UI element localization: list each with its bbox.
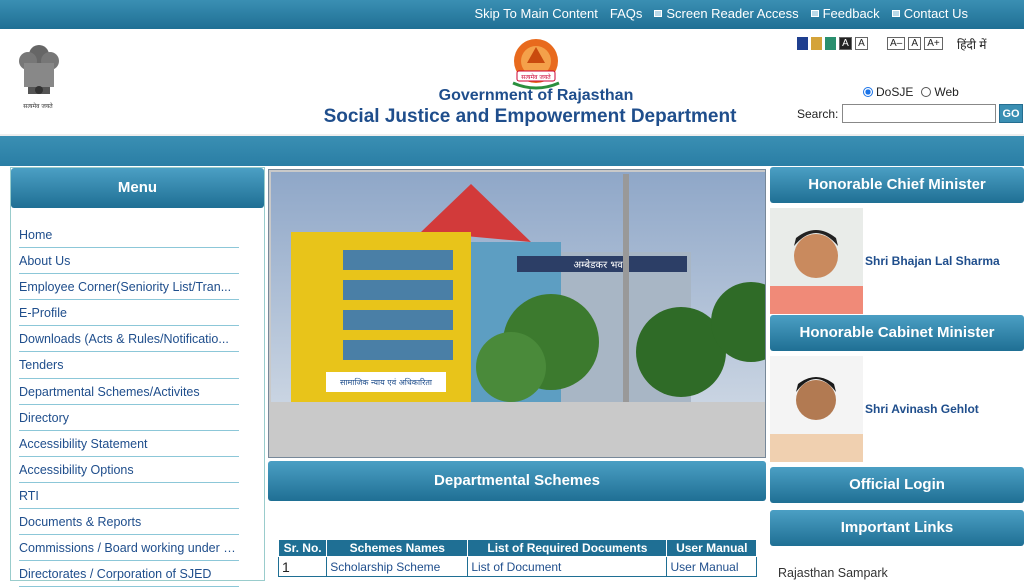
language-toggle[interactable]: हिंदी में — [957, 36, 986, 53]
menu-item[interactable]: E-Profile — [19, 300, 239, 327]
cabinet-minister-card: Shri Avinash Gehlot — [770, 356, 1024, 462]
font-size-button[interactable]: A — [908, 37, 922, 50]
top-link[interactable]: Skip To Main Content — [475, 6, 598, 21]
banner: अम्बेडकर भवन सामाजिक न्याय एवं अधिकारिता — [268, 169, 766, 458]
top-link-label: Contact Us — [903, 6, 968, 21]
menu-item[interactable]: Downloads (Acts & Rules/Notificatio... — [19, 326, 239, 353]
menu-item[interactable]: Directory — [19, 405, 239, 431]
cabinet-minister-name[interactable]: Shri Avinash Gehlot — [865, 402, 979, 416]
schemes-table: Sr. No. Schemes Names List of Required Doc… — [277, 539, 757, 577]
radio-icon — [921, 87, 932, 97]
cabinet-title: Honorable Cabinet Minister — [770, 315, 1024, 351]
side-menu: Menu Home About Us Employee Corner(Seniori… — [10, 167, 265, 587]
table-row: 1 Scholarship Scheme List of Document User … — [277, 556, 757, 577]
theme-swatch[interactable] — [811, 37, 822, 50]
search-scope-web[interactable]: Web — [921, 85, 959, 99]
scope-label: DoSJE — [876, 85, 914, 99]
table-header: Sr. No. — [277, 539, 328, 557]
site-header: सत्यमेव जयते सत्यमेव जयते Government of … — [0, 29, 1024, 134]
search-scope-dosje[interactable]: DoSJE — [863, 85, 913, 99]
department-logo-icon: सत्यमेव जयते — [512, 39, 560, 90]
building-sign: अम्बेडकर भवन — [573, 259, 628, 271]
menu-item[interactable]: Accessibility Options — [19, 457, 239, 483]
emblem-caption: सत्यमेव जयते — [23, 102, 53, 110]
table-header: List of Required Documents — [467, 539, 668, 557]
table-cell-sr: 1 — [277, 556, 328, 577]
schemes-title: Departmental Schemes — [268, 461, 766, 501]
font-size-controls: A– A A+ — [887, 37, 943, 50]
state-emblem-icon: सत्यमेव जयते — [19, 45, 59, 110]
menu-item[interactable]: Documents & Reports — [19, 509, 239, 536]
search-go-button[interactable]: GO — [999, 104, 1023, 123]
top-link[interactable]: Screen Reader Access — [654, 6, 799, 21]
contrast-button[interactable]: A — [839, 37, 852, 50]
screen-reader-icon — [654, 10, 663, 17]
cm-title: Honorable Chief Minister — [770, 167, 1024, 203]
menu-item[interactable]: Tenders — [19, 352, 239, 379]
theme-swatch[interactable] — [797, 37, 808, 50]
top-link[interactable]: FAQs — [610, 6, 643, 21]
cabinet-minister-photo — [770, 356, 863, 462]
font-size-button[interactable]: A– — [887, 37, 906, 50]
table-cell-docs[interactable]: List of Document — [467, 556, 668, 577]
top-bar: Skip To Main Content FAQs Screen Reader Ac… — [0, 0, 1024, 29]
font-size-button[interactable]: A+ — [924, 37, 943, 50]
table-cell-manual[interactable]: User Manual — [666, 556, 757, 577]
menu-item[interactable]: Home — [19, 222, 239, 249]
menu-item[interactable]: RTI — [19, 483, 239, 510]
menu-item[interactable]: Employee Corner(Seniority List/Tran... — [19, 274, 239, 301]
government-title: Government of Rajasthan — [438, 87, 634, 104]
department-title: Social Justice and Empowerment Departmen… — [323, 106, 737, 127]
menu-item[interactable]: About Us — [19, 248, 239, 275]
radio-icon — [863, 87, 873, 97]
top-link-label: Screen Reader Access — [666, 6, 799, 21]
chief-minister-photo — [770, 208, 863, 314]
building-photo: अम्बेडकर भवन सामाजिक न्याय एवं अधिकारिता — [271, 172, 765, 402]
search-scope: DoSJE Web — [863, 85, 959, 99]
table-header: Schemes Names — [326, 539, 469, 557]
chief-minister-name[interactable]: Shri Bhajan Lal Sharma — [865, 254, 1000, 268]
scope-label: Web — [934, 85, 959, 99]
search-input[interactable] — [842, 104, 996, 123]
top-link-label: FAQs — [609, 6, 643, 21]
menu-item[interactable]: Accessibility Statement — [19, 431, 239, 457]
menu-list: Home About Us Employee Corner(Seniority Li… — [11, 208, 264, 587]
important-links-title: Important Links — [770, 510, 1024, 546]
board-text: सामाजिक न्याय एवं अधिकारिता — [340, 377, 433, 387]
menu-title: Menu — [11, 168, 264, 208]
top-link-label: Skip To Main Content — [474, 6, 598, 21]
theme-swatches: AA — [797, 37, 868, 50]
menu-item[interactable]: Directorates / Corporation of SJED — [19, 561, 239, 587]
nav-bar — [0, 134, 1024, 166]
important-link-item[interactable]: Rajasthan Sampark — [778, 566, 888, 580]
theme-swatch[interactable] — [825, 37, 836, 50]
top-link[interactable]: Contact Us — [891, 6, 968, 21]
top-link[interactable]: Feedback — [810, 6, 880, 21]
logo-text: सत्यमेव जयते — [521, 73, 551, 81]
menu-item[interactable]: Departmental Schemes/Activites — [19, 379, 239, 405]
contact-icon — [891, 10, 900, 17]
chief-minister-card: Shri Bhajan Lal Sharma — [770, 208, 1024, 314]
departmental-schemes: Departmental Schemes Sr. No. Schemes Name… — [268, 461, 766, 581]
top-links: Skip To Main Content FAQs Screen Reader Ac… — [475, 6, 969, 21]
contrast-button[interactable]: A — [855, 37, 868, 50]
feedback-icon — [810, 10, 819, 17]
official-login-button[interactable]: Official Login — [770, 467, 1024, 503]
table-cell-name[interactable]: Scholarship Scheme — [326, 556, 469, 577]
menu-item[interactable]: Commissions / Board working under D... — [19, 535, 239, 562]
table-header: User Manual — [666, 539, 757, 557]
top-link-label: Feedback — [822, 6, 880, 21]
search-label: Search: — [797, 107, 839, 121]
